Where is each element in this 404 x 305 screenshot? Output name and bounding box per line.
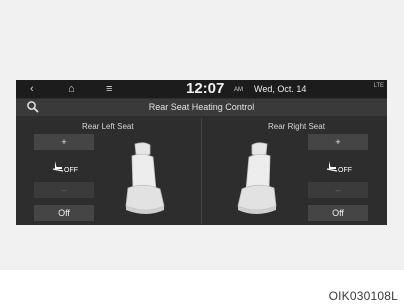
left-heat-increase-button[interactable]: + [34,134,94,150]
right-heat-decrease-button[interactable]: – [308,182,368,198]
rear-right-seat-label: Rear Right Seat [268,122,325,131]
status-bar: ‹ ⌂ ≡ 12:07 AM Wed, Oct. 14 LTE [16,80,387,98]
menu-icon[interactable]: ≡ [106,81,112,97]
left-heat-level-text: OFF [64,167,78,174]
left-heat-off-button[interactable]: Off [34,205,94,221]
home-icon[interactable]: ⌂ [68,81,75,97]
page-title: Rear Seat Heating Control [148,102,255,112]
right-heat-off-button[interactable]: Off [308,205,368,221]
left-heat-level-indicator: OFF [34,158,94,174]
seat-heater-icon [326,161,338,172]
right-heat-level-indicator: OFF [308,158,368,174]
center-divider [201,118,202,224]
right-heat-level-text: OFF [338,167,352,174]
infotainment-screen: ‹ ⌂ ≡ 12:07 AM Wed, Oct. 14 LTE Rear Sea… [16,80,387,225]
rear-left-seat-label: Rear Left Seat [82,122,134,131]
signal-icon: LTE [373,83,384,89]
left-heat-decrease-button[interactable]: – [34,182,94,198]
figure: ‹ ⌂ ≡ 12:07 AM Wed, Oct. 14 LTE Rear Sea… [0,0,404,305]
title-bar: Rear Seat Heating Control [16,99,387,116]
rear-left-seat-image [125,142,165,214]
right-heat-increase-button[interactable]: + [308,134,368,150]
back-icon[interactable]: ‹ [30,81,34,97]
seat-heater-icon [52,161,64,172]
rear-right-seat-image [237,142,277,214]
date-display: Wed, Oct. 14 [254,84,307,94]
clock-ampm: AM [234,87,243,93]
clock-time: 12:07 [186,80,225,97]
figure-code: OIK030108L [328,289,398,303]
